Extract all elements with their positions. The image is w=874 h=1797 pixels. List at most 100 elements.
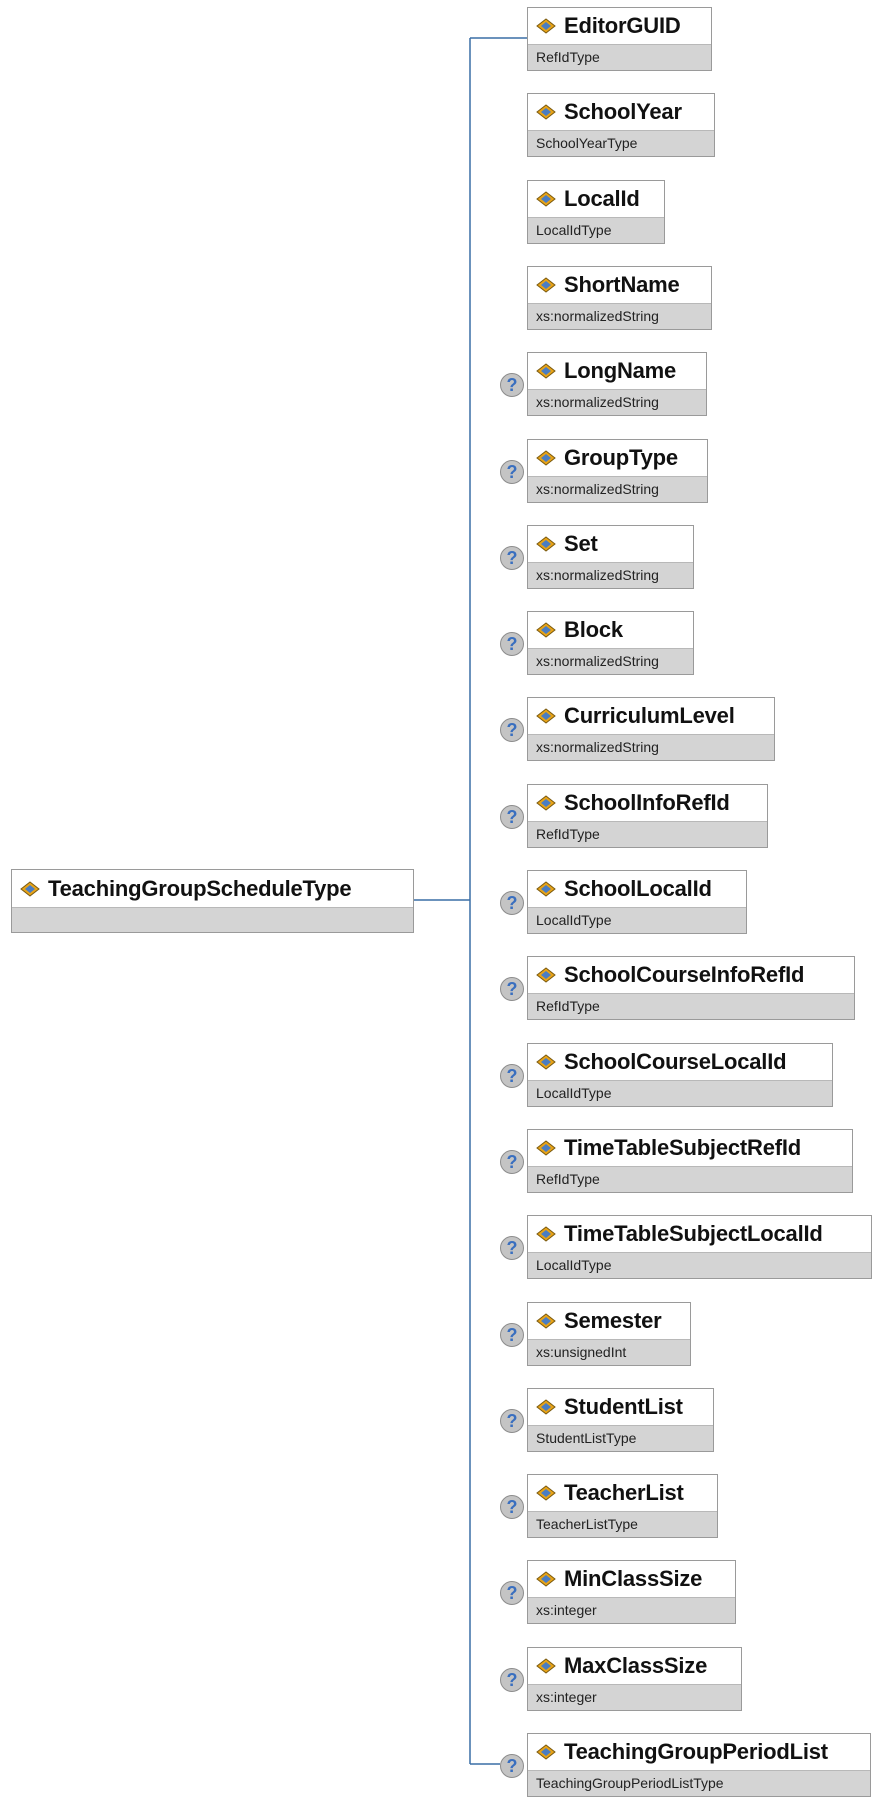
element-node-set[interactable]: Set xs:normalizedString	[527, 525, 694, 589]
optional-question-icon: ?	[500, 891, 524, 915]
element-diamond-icon	[536, 1313, 556, 1329]
element-header: GroupType	[528, 440, 707, 477]
root-header: TeachingGroupScheduleType	[12, 870, 413, 908]
element-type: TeacherListType	[536, 1516, 638, 1532]
element-node-teacherlist[interactable]: TeacherList TeacherListType	[527, 1474, 718, 1538]
element-name: TeacherList	[564, 1480, 684, 1505]
element-diamond-icon	[536, 708, 556, 724]
element-diamond-icon	[20, 880, 40, 897]
element-type: RefIdType	[536, 998, 600, 1014]
element-header: Block	[528, 612, 693, 649]
optional-question-icon: ?	[500, 1668, 524, 1692]
element-header: TimeTableSubjectRefId	[528, 1130, 852, 1167]
optional-question-icon: ?	[500, 1236, 524, 1260]
element-diamond-icon	[536, 363, 556, 379]
element-diamond-icon	[536, 1658, 556, 1674]
element-node-schoolyear[interactable]: SchoolYear SchoolYearType	[527, 93, 715, 157]
optional-question-icon: ?	[500, 1064, 524, 1088]
root-type	[12, 908, 413, 932]
element-diamond-icon	[536, 1226, 556, 1242]
element-node-block[interactable]: Block xs:normalizedString	[527, 611, 694, 675]
element-type: TeachingGroupPeriodListType	[536, 1775, 724, 1791]
element-name: LongName	[564, 358, 677, 383]
element-diamond-icon	[536, 1054, 556, 1070]
element-diamond-icon	[536, 1744, 556, 1760]
element-type: xs:integer	[536, 1689, 597, 1705]
optional-question-icon: ?	[500, 1754, 524, 1778]
element-name: CurriculumLevel	[564, 703, 735, 728]
optional-question-icon: ?	[500, 1409, 524, 1433]
element-diamond-icon	[536, 104, 556, 120]
element-diamond-icon	[536, 191, 556, 207]
element-node-grouptype[interactable]: GroupType xs:normalizedString	[527, 439, 708, 503]
element-diamond-icon	[536, 1140, 556, 1156]
element-node-semester[interactable]: Semester xs:unsignedInt	[527, 1302, 691, 1366]
element-header: ShortName	[528, 267, 711, 304]
optional-question-icon: ?	[500, 1150, 524, 1174]
root-type-node[interactable]: TeachingGroupScheduleType	[11, 869, 414, 933]
element-header: TeachingGroupPeriodList	[528, 1734, 870, 1771]
element-type: xs:normalizedString	[536, 567, 659, 583]
element-header: CurriculumLevel	[528, 698, 774, 735]
element-header: SchoolCourseLocalId	[528, 1044, 832, 1081]
element-node-curriculumlevel[interactable]: CurriculumLevel xs:normalizedString	[527, 697, 775, 761]
element-header: LocalId	[528, 181, 664, 218]
element-node-schoolcourseinforefid[interactable]: SchoolCourseInfoRefId RefIdType	[527, 956, 855, 1020]
element-name: Semester	[564, 1308, 662, 1333]
element-name: TimeTableSubjectRefId	[564, 1135, 802, 1160]
element-node-studentlist[interactable]: StudentList StudentListType	[527, 1388, 714, 1452]
element-type: RefIdType	[536, 49, 600, 65]
element-type: xs:unsignedInt	[536, 1344, 627, 1360]
element-type: RefIdType	[536, 1171, 600, 1187]
element-type: xs:normalizedString	[536, 394, 659, 410]
element-diamond-icon	[536, 1399, 556, 1415]
element-diamond-icon	[536, 277, 556, 293]
element-name: GroupType	[564, 445, 678, 470]
optional-question-icon: ?	[500, 373, 524, 397]
element-name: MaxClassSize	[564, 1653, 708, 1678]
element-node-minclasssize[interactable]: MinClassSize xs:integer	[527, 1560, 736, 1624]
element-header: Semester	[528, 1303, 690, 1340]
element-name: StudentList	[564, 1394, 683, 1419]
element-node-timetablesubjectlocalid[interactable]: TimeTableSubjectLocalId LocalIdType	[527, 1215, 872, 1279]
element-diamond-icon	[536, 795, 556, 811]
element-header: SchoolInfoRefId	[528, 785, 767, 822]
element-diamond-icon	[536, 967, 556, 983]
optional-question-icon: ?	[500, 1581, 524, 1605]
element-name: SchoolLocalId	[564, 876, 712, 901]
element-node-shortname[interactable]: ShortName xs:normalizedString	[527, 266, 712, 330]
element-diamond-icon	[536, 622, 556, 638]
element-header: TeacherList	[528, 1475, 717, 1512]
element-node-teachinggroupperiodlist[interactable]: TeachingGroupPeriodList TeachingGroupPeri…	[527, 1733, 871, 1797]
optional-question-icon: ?	[500, 460, 524, 484]
element-node-longname[interactable]: LongName xs:normalizedString	[527, 352, 707, 416]
element-node-editorguid[interactable]: EditorGUID RefIdType	[527, 7, 712, 71]
element-type: xs:normalizedString	[536, 308, 659, 324]
element-node-maxclasssize[interactable]: MaxClassSize xs:integer	[527, 1647, 742, 1711]
element-node-schoolcourselocalid[interactable]: SchoolCourseLocalId LocalIdType	[527, 1043, 833, 1107]
element-diamond-icon	[536, 1571, 556, 1587]
optional-question-icon: ?	[500, 1323, 524, 1347]
element-diamond-icon	[536, 450, 556, 466]
element-name: TeachingGroupPeriodList	[564, 1739, 828, 1764]
optional-question-icon: ?	[500, 632, 524, 656]
element-type: xs:normalizedString	[536, 481, 659, 497]
element-header: SchoolCourseInfoRefId	[528, 957, 854, 994]
element-node-schoollocalid[interactable]: SchoolLocalId LocalIdType	[527, 870, 747, 934]
element-name: EditorGUID	[564, 13, 681, 38]
optional-question-icon: ?	[500, 718, 524, 742]
element-header: MinClassSize	[528, 1561, 735, 1598]
element-header: MaxClassSize	[528, 1648, 741, 1685]
element-type: LocalIdType	[536, 1257, 612, 1273]
element-node-schoolinforefid[interactable]: SchoolInfoRefId RefIdType	[527, 784, 768, 848]
element-diamond-icon	[536, 881, 556, 897]
element-name: SchoolCourseInfoRefId	[564, 962, 805, 987]
element-node-localid[interactable]: LocalId LocalIdType	[527, 180, 665, 244]
element-name: Set	[564, 531, 598, 556]
element-node-timetablesubjectrefid[interactable]: TimeTableSubjectRefId RefIdType	[527, 1129, 853, 1193]
element-type: LocalIdType	[536, 222, 612, 238]
element-header: LongName	[528, 353, 706, 390]
element-type: xs:normalizedString	[536, 739, 659, 755]
element-header: EditorGUID	[528, 8, 711, 45]
element-diamond-icon	[536, 1485, 556, 1501]
